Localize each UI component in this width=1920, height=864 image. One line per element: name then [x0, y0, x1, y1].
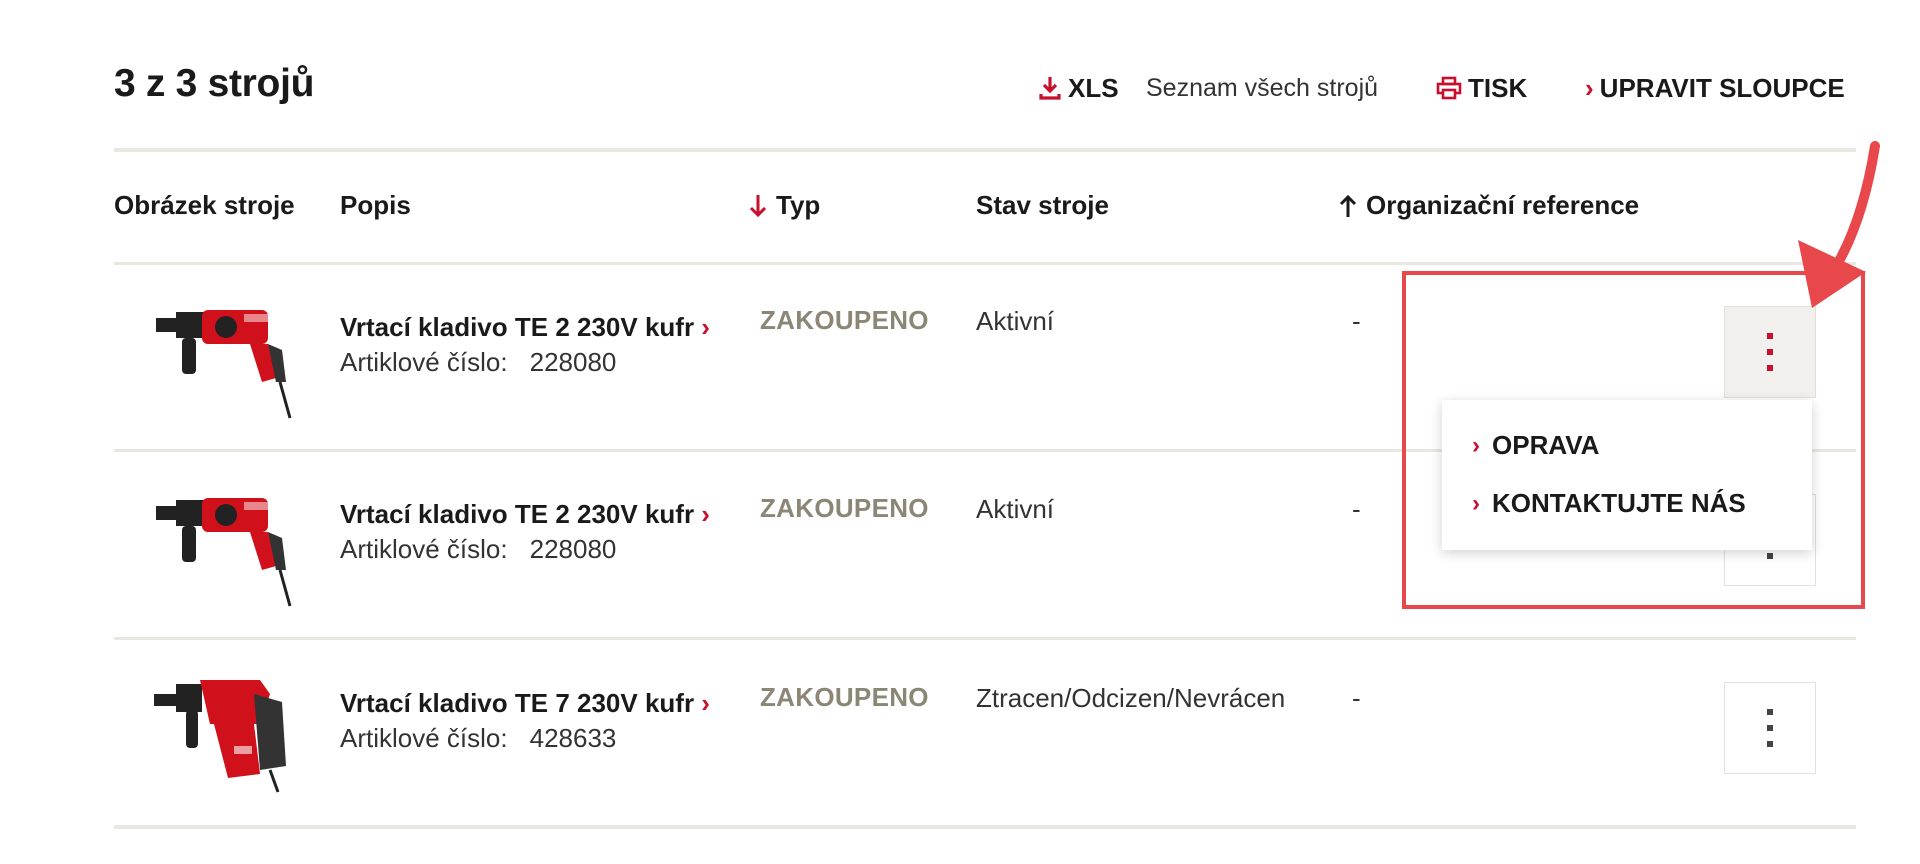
product-link[interactable]: Vrtací kladivo TE 7 230V kufr ›	[340, 688, 710, 719]
machine-image-te2	[150, 300, 300, 420]
column-header-type[interactable]: Typ	[748, 190, 820, 221]
product-name: Vrtací kladivo TE 2 230V kufr	[340, 312, 695, 342]
row-2-description: Vrtací kladivo TE 2 230V kufr › Artiklov…	[340, 499, 710, 565]
article-value: 228080	[529, 347, 617, 377]
status-value: Ztracen/Odcizen/Nevrácen	[976, 683, 1286, 713]
article-value: 228080	[529, 534, 617, 564]
column-header-description[interactable]: Popis	[340, 190, 411, 221]
chevron-right-icon: ›	[701, 688, 710, 718]
article-number: Artiklové číslo: 428633	[340, 723, 710, 754]
machine-image-te2	[150, 488, 300, 608]
row-divider	[114, 637, 1856, 640]
print-button[interactable]: TISK	[1436, 70, 1527, 106]
type-header-label: Typ	[776, 190, 821, 220]
annotation-arrow-icon	[1798, 141, 1880, 308]
kebab-dot	[1767, 709, 1773, 715]
article-number: Artiklové číslo: 228080	[340, 534, 710, 565]
org-ref-value: -	[1352, 306, 1361, 336]
column-header-status[interactable]: Stav stroje	[976, 190, 1109, 221]
machine-image-te7	[150, 674, 300, 794]
xls-label: XLS	[1068, 72, 1119, 103]
chevron-right-icon: ›	[1585, 72, 1594, 103]
org-ref-header-label: Organizační reference	[1366, 190, 1640, 220]
kebab-dot	[1767, 725, 1773, 731]
chevron-right-icon: ›	[701, 499, 710, 529]
type-value: ZAKOUPENO	[760, 305, 929, 335]
print-label: TISK	[1468, 72, 1528, 103]
edit-columns-button[interactable]: › UPRAVIT SLOUPCE	[1585, 70, 1845, 106]
kebab-dot	[1767, 741, 1773, 747]
chevron-right-icon: ›	[701, 312, 710, 342]
product-link[interactable]: Vrtací kladivo TE 2 230V kufr ›	[340, 312, 710, 343]
all-machines-link[interactable]: Seznam všech strojů	[1146, 70, 1378, 106]
status-value: Aktivní	[976, 494, 1055, 524]
article-label: Artiklové číslo:	[340, 534, 508, 564]
product-link[interactable]: Vrtací kladivo TE 2 230V kufr ›	[340, 499, 710, 530]
xls-export-button[interactable]: XLS	[1038, 70, 1119, 106]
arrow-up-icon	[1339, 194, 1357, 217]
product-name: Vrtací kladivo TE 2 230V kufr	[340, 499, 695, 529]
download-icon	[1039, 77, 1061, 100]
table-header-divider	[114, 262, 1856, 265]
annotation-highlight-box	[1402, 271, 1865, 609]
page-title: 3 z 3 strojů	[114, 62, 315, 105]
row-1-description: Vrtací kladivo TE 2 230V kufr › Artiklov…	[340, 312, 710, 378]
article-label: Artiklové číslo:	[340, 347, 508, 377]
column-header-org-ref[interactable]: Organizační reference	[1338, 190, 1639, 221]
article-value: 428633	[529, 723, 617, 753]
type-value: ZAKOUPENO	[760, 682, 929, 712]
article-label: Artiklové číslo:	[340, 723, 508, 753]
type-value: ZAKOUPENO	[760, 493, 929, 523]
article-number: Artiklové číslo: 228080	[340, 347, 710, 378]
header-divider	[114, 148, 1856, 152]
status-value: Aktivní	[976, 306, 1055, 336]
row-menu-button[interactable]	[1724, 682, 1816, 774]
product-name: Vrtací kladivo TE 7 230V kufr	[340, 688, 695, 718]
arrow-down-icon	[749, 194, 767, 217]
edit-columns-label: UPRAVIT SLOUPCE	[1599, 72, 1845, 103]
org-ref-value: -	[1352, 494, 1361, 524]
org-ref-value: -	[1352, 683, 1361, 713]
table-bottom-divider	[114, 825, 1856, 829]
printer-icon	[1436, 76, 1462, 100]
row-3-description: Vrtací kladivo TE 7 230V kufr › Artiklov…	[340, 688, 710, 754]
column-header-image: Obrázek stroje	[114, 190, 295, 220]
